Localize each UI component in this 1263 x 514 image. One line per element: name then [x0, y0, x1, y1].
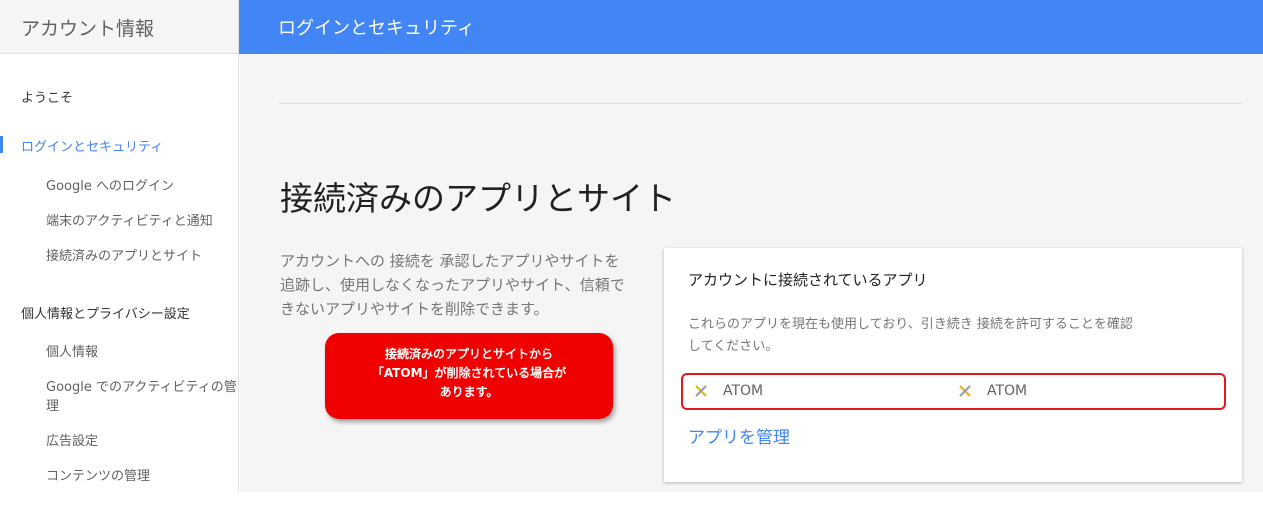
section-title: 接続済みのアプリとサイト	[280, 179, 676, 218]
card-description-line: してください。	[688, 339, 779, 354]
sidebar: アカウント情報 ようこそ ログインとセキュリティ Google へのログイン 端…	[0, 0, 239, 492]
callout-line: あります。	[439, 385, 499, 399]
annotation-callout: 接続済みのアプリとサイトから 「ATOM」が削除されている場合が あります。	[325, 333, 613, 419]
manage-apps-link[interactable]: アプリを管理	[688, 423, 790, 448]
callout-line: 「ATOM」が削除されている場合が	[371, 366, 567, 380]
app-item-atom[interactable]: ATOM	[957, 383, 1027, 399]
active-indicator	[0, 136, 3, 153]
page: アカウント情報 ようこそ ログインとセキュリティ Google へのログイン 端…	[0, 0, 1263, 514]
sidebar-title: アカウント情報	[0, 0, 238, 54]
section-description: アカウントへの 接続を 承認したアプリやサイトを 追跡し、使用しなくなったアプリ…	[280, 249, 625, 321]
connected-apps-card: アカウントに接続されているアプリ これらのアプリを現在も使用しており、引き続き …	[664, 248, 1242, 482]
sidebar-item-device-activity[interactable]: 端末のアクティビティと通知	[46, 210, 213, 229]
divider	[279, 103, 1242, 104]
atom-app-icon	[957, 383, 973, 399]
sidebar-item-personal-info[interactable]: 個人情報	[46, 341, 98, 360]
sidebar-item-google-activity[interactable]: Google でのアクティビティの管	[46, 376, 237, 395]
section-description-line: アカウントへの 接続を 承認したアプリやサイトを	[280, 252, 620, 270]
card-title: アカウントに接続されているアプリ	[688, 271, 928, 289]
callout-line: 接続済みのアプリとサイトから	[384, 347, 553, 361]
card-description-line: これらのアプリを現在も使用しており、引き続き 接続を許可することを確認	[688, 317, 1133, 332]
sidebar-item-google-login[interactable]: Google へのログイン	[46, 175, 174, 194]
page-header: ログインとセキュリティ	[239, 0, 1263, 54]
apps-highlight-box: ATOM ATOM	[681, 373, 1226, 410]
sidebar-item-login-security[interactable]: ログインとセキュリティ	[21, 136, 163, 155]
sidebar-item-privacy[interactable]: 個人情報とプライバシー設定	[21, 303, 190, 322]
page-header-title: ログインとセキュリティ	[278, 18, 475, 39]
card-description: これらのアプリを現在も使用しており、引き続き 接続を許可することを確認 してくだ…	[688, 314, 1158, 358]
app-name: ATOM	[723, 383, 764, 399]
sidebar-item-content-management[interactable]: コンテンツの管理	[46, 465, 150, 484]
sidebar-item-connected-apps[interactable]: 接続済みのアプリとサイト	[46, 245, 202, 264]
sidebar-item-google-activity-cont[interactable]: 理	[46, 395, 59, 414]
app-name: ATOM	[987, 383, 1028, 399]
main-content: 接続済みのアプリとサイト アカウントへの 接続を 承認したアプリやサイトを 追跡…	[240, 54, 1263, 492]
sidebar-item-welcome[interactable]: ようこそ	[21, 87, 73, 106]
section-description-line: 追跡し、使用しなくなったアプリやサイト、信頼で	[280, 276, 625, 294]
atom-app-icon	[693, 383, 709, 399]
sidebar-item-ads-settings[interactable]: 広告設定	[46, 430, 98, 449]
app-item-atom[interactable]: ATOM	[693, 383, 763, 399]
section-description-line: きないアプリやサイトを削除できます。	[280, 300, 549, 318]
